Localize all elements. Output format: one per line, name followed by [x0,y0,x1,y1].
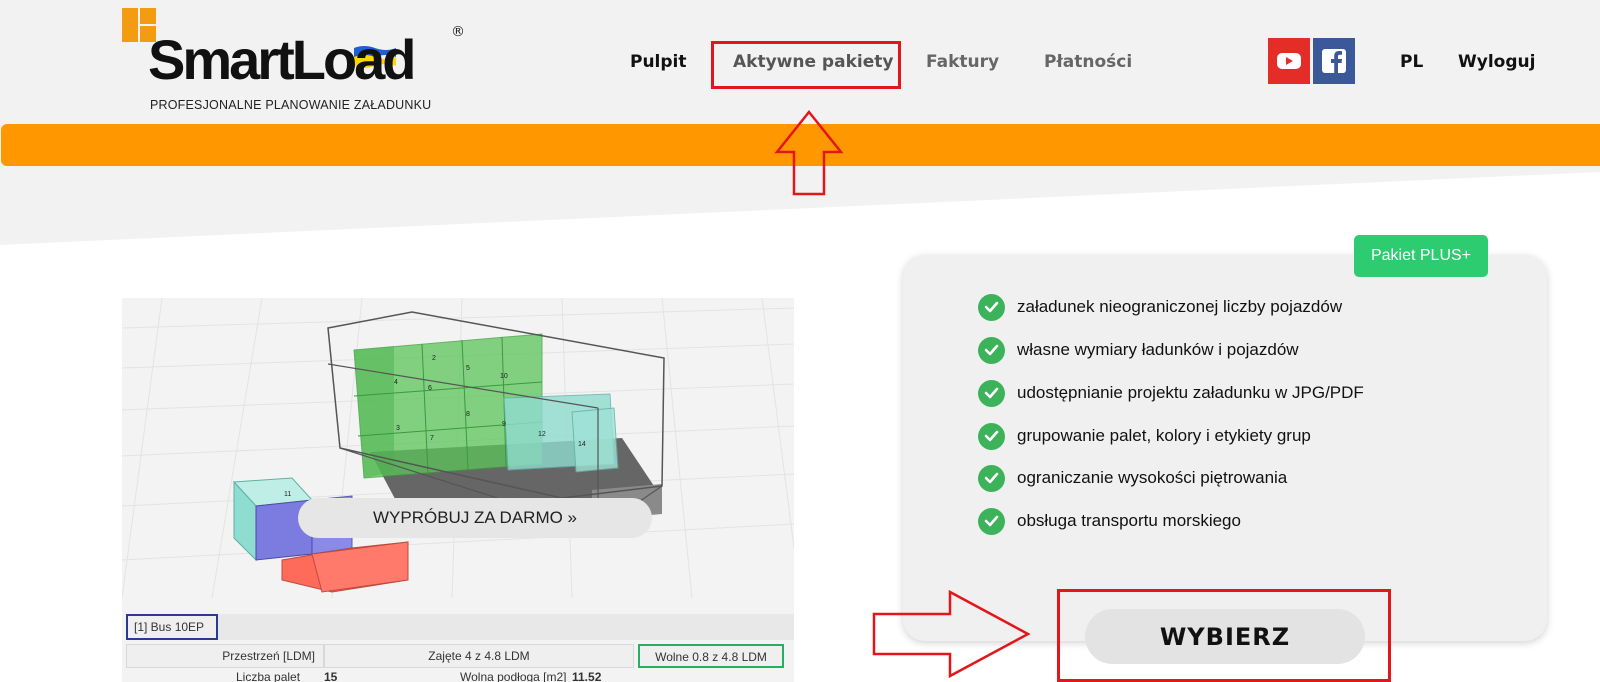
box-number: 9 [502,421,506,428]
check-icon [978,379,1005,407]
smartload-logo[interactable]: SmartLoad ® PROFESJONALNE PLANOWANIE ZAŁ… [122,8,472,116]
highlight-box-nav [711,41,901,89]
box-number: 5 [466,365,470,372]
box-number: 10 [500,373,508,380]
feature-item: załadunek nieograniczonej liczby pojazdó… [978,293,1342,321]
feature-item: własne wymiary ładunków i pojazdów [978,336,1299,364]
box-number: 14 [578,441,586,448]
try-free-button[interactable]: WYPRÓBUJ ZA DARMO » [298,498,652,538]
vehicle-label: [1] Bus 10EP [126,614,218,640]
check-icon [978,464,1005,492]
feature-text: udostępnianie projektu załadunku w JPG/P… [1017,383,1364,402]
check-icon [978,422,1005,450]
feature-text: obsługa transportu morskiego [1017,511,1241,530]
highlight-box-choose [1057,589,1391,682]
stats-row: Liczba palet 15 Wolna podłoga [m2] 11.52 [126,670,794,682]
youtube-icon[interactable] [1268,38,1310,84]
box-number: 7 [430,435,434,442]
nav-link-faktury[interactable]: Faktury [926,52,999,72]
box-number: 11 [284,491,291,498]
language-switch[interactable]: PL [1400,52,1423,72]
check-icon [978,293,1005,321]
logo-tagline: PROFESJONALNE PLANOWANIE ZAŁADUNKU [150,98,432,112]
annotation-arrow-up [774,109,844,196]
ldm-free: Wolne 0.8 z 4.8 LDM [638,644,784,668]
load-planner-preview: 2 5 10 4 6 3 7 8 9 12 14 11 WYPRÓBUJ ZA … [122,298,794,682]
nav-link-platnosci[interactable]: Płatności [1044,52,1132,72]
feature-text: ograniczanie wysokości piętrowania [1017,468,1288,487]
logo-wordmark: SmartLoad [148,28,416,91]
registered-mark: ® [451,24,465,40]
ldm-label: Przestrzeń [LDM] [126,644,324,668]
box-number: 3 [396,425,400,432]
feature-item: udostępnianie projektu załadunku w JPG/P… [978,379,1364,407]
nav-link-pulpit[interactable]: Pulpit [630,52,687,72]
check-icon [978,336,1005,364]
ldm-row: Przestrzeń [LDM] Zajęte 4 z 4.8 LDM Woln… [126,644,794,668]
box-number: 6 [428,385,432,392]
box-number: 12 [538,431,546,438]
free-floor-value: 11.52 [572,670,602,682]
box-number: 4 [394,379,398,386]
check-icon [978,507,1005,535]
pallet-count: 15 [324,670,338,682]
facebook-icon[interactable] [1313,38,1355,84]
feature-text: grupowanie palet, kolory i etykiety grup [1017,426,1311,445]
pallet-count-label: Liczba palet [236,670,301,682]
feature-text: własne wymiary ładunków i pojazdów [1017,340,1299,359]
feature-item: obsługa transportu morskiego [978,507,1241,535]
box-number: 8 [466,411,470,418]
ldm-used: Zajęte 4 z 4.8 LDM [324,644,634,668]
vehicle-row: [1] Bus 10EP [126,614,794,640]
feature-text: załadunek nieograniczonej liczby pojazdó… [1017,297,1343,316]
free-floor-label: Wolna podłoga [m2] [460,670,567,682]
feature-item: ograniczanie wysokości piętrowania [978,464,1287,492]
logout-link[interactable]: Wyloguj [1458,52,1535,72]
package-badge: Pakiet PLUS+ [1354,235,1488,277]
box-number: 2 [432,355,436,362]
feature-item: grupowanie palet, kolory i etykiety grup [978,422,1311,450]
annotation-arrow-right [872,589,1031,679]
